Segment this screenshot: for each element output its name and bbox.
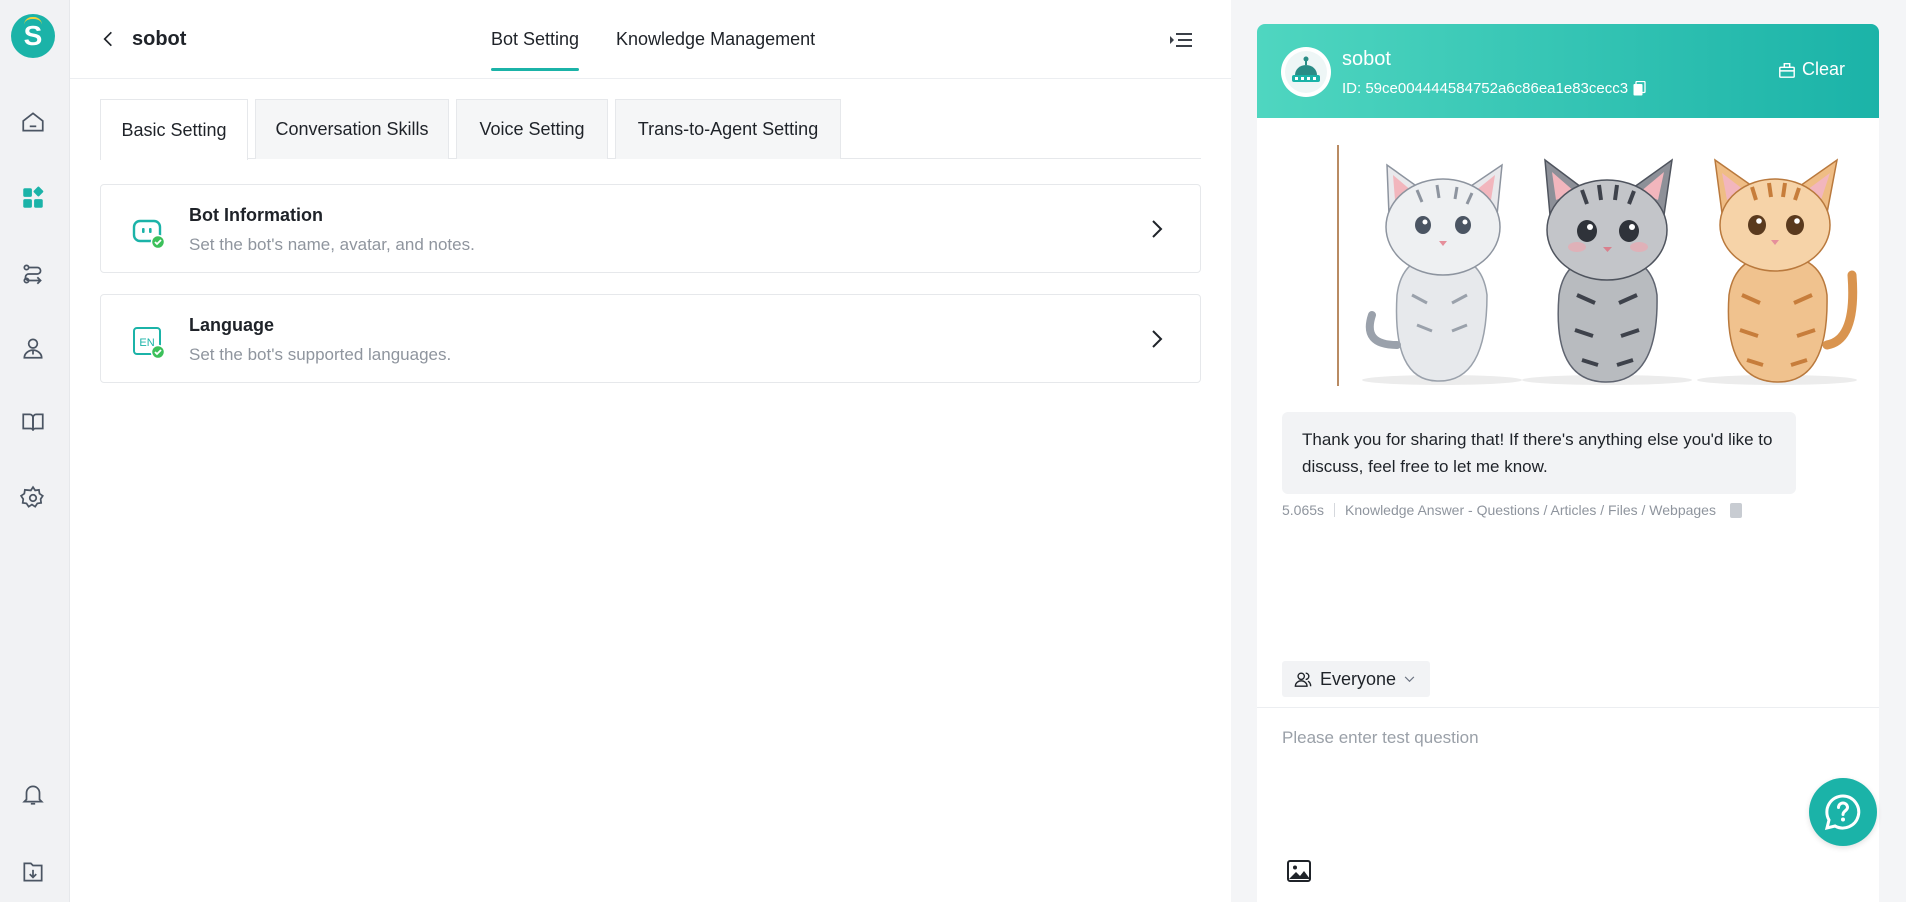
chevron-down-icon [1404, 675, 1415, 682]
card-description: Set the bot's name, avatar, and notes. [189, 235, 475, 254]
language-icon-text: EN [139, 337, 154, 349]
chat-header: sobot ID: 59ce004444584752a6c86ea1e83cec… [1257, 24, 1879, 118]
users-icon [1294, 672, 1312, 687]
broom-icon [1779, 62, 1795, 78]
top-bar: sobot Bot Setting Knowledge Management [70, 0, 1231, 79]
gear-icon[interactable] [19, 484, 47, 512]
main-content: sobot Bot Setting Knowledge Management B… [70, 0, 1231, 902]
kittens-illustration [1362, 158, 1858, 385]
book-icon[interactable] [19, 408, 47, 436]
test-chat-panel: sobot ID: 59ce004444584752a6c86ea1e83cec… [1231, 0, 1906, 902]
apps-icon[interactable] [19, 184, 47, 212]
response-time: 5.065s [1282, 502, 1325, 518]
subtab-conversation-skills[interactable]: Conversation Skills [255, 99, 449, 159]
menu-collapse-icon [1170, 33, 1192, 47]
bot-icon [131, 215, 166, 250]
meta-divider [1334, 503, 1336, 517]
chevron-right-icon [1152, 330, 1163, 348]
bell-icon[interactable] [19, 780, 47, 808]
back-button[interactable] [98, 27, 118, 51]
subtab-bar: Basic Setting Conversation Skills Voice … [100, 99, 1201, 160]
bot-message-bubble: Thank you for sharing that! If there's a… [1282, 412, 1796, 494]
routing-icon[interactable] [19, 260, 47, 288]
audience-value: Everyone [1320, 668, 1397, 689]
image-edge [1337, 145, 1339, 386]
test-question-input[interactable] [1282, 728, 1842, 828]
bot-information-card[interactable]: Bot Information Set the bot's name, avat… [100, 184, 1201, 273]
subtab-voice-setting[interactable]: Voice Setting [456, 99, 608, 159]
card-title: Bot Information [189, 205, 323, 225]
document-icon[interactable] [1729, 502, 1742, 518]
help-chat-icon [1824, 794, 1861, 831]
kittens-image [1337, 145, 1859, 386]
subtab-basic-setting[interactable]: Basic Setting [100, 99, 248, 160]
app-logo[interactable]: S [11, 14, 55, 58]
clear-label: Clear [1801, 59, 1845, 79]
card-description: Set the bot's supported languages. [189, 345, 452, 364]
copy-icon[interactable] [1633, 81, 1646, 96]
page-title: sobot [132, 28, 187, 50]
answer-source: Knowledge Answer - Questions / Articles … [1345, 502, 1716, 518]
bot-avatar [1281, 47, 1331, 97]
message-meta: 5.065s Knowledge Answer - Questions / Ar… [1282, 502, 1742, 518]
chevron-right-icon [1152, 220, 1163, 238]
tab-bot-setting[interactable]: Bot Setting [491, 29, 580, 71]
chat-bot-id: ID: 59ce004444584752a6c86ea1e83cecc3 [1342, 80, 1646, 97]
download-icon[interactable] [19, 858, 47, 886]
panel-toggle-button[interactable] [1168, 28, 1194, 52]
chat-window: sobot ID: 59ce004444584752a6c86ea1e83cec… [1257, 24, 1879, 902]
chevron-left-icon [103, 31, 112, 47]
card-title: Language [189, 315, 275, 335]
subtab-trans-to-agent-setting[interactable]: Trans-to-Agent Setting [615, 99, 841, 159]
robot-icon [1285, 51, 1327, 93]
agent-icon[interactable] [19, 334, 47, 362]
home-icon[interactable] [19, 108, 47, 136]
tab-knowledge-management[interactable]: Knowledge Management [616, 29, 815, 71]
help-button[interactable] [1809, 778, 1877, 846]
image-upload-icon[interactable] [1287, 860, 1311, 882]
logo-arc [24, 17, 42, 25]
clear-button[interactable]: Clear [1778, 59, 1845, 80]
bot-id-text: ID: 59ce004444584752a6c86ea1e83cecc3 [1342, 80, 1629, 97]
language-card[interactable]: EN Language Set the bot's supported lang… [100, 294, 1201, 383]
sidebar-rail: S [0, 0, 70, 902]
input-divider [1257, 707, 1879, 708]
language-icon: EN [131, 325, 166, 360]
chat-bot-name: sobot [1342, 48, 1391, 70]
audience-select[interactable]: Everyone [1282, 661, 1430, 697]
